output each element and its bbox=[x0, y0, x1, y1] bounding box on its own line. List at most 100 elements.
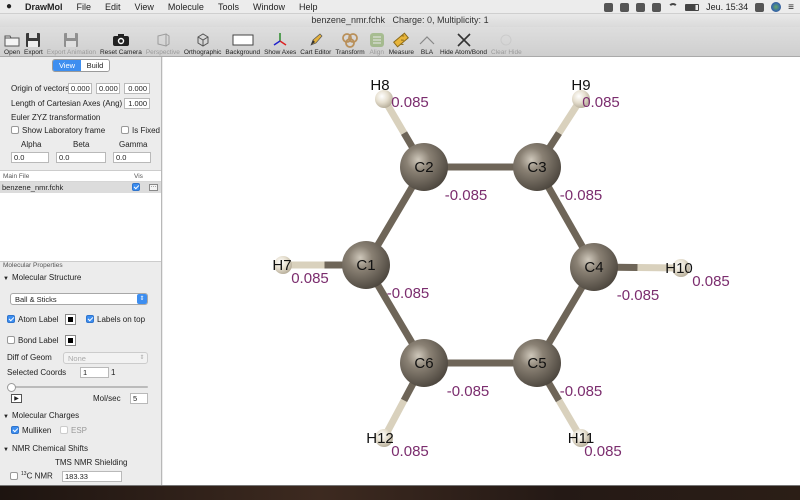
charge-label-c1: -0.085 bbox=[387, 285, 430, 302]
origin-x-field[interactable]: 0.000 bbox=[68, 83, 92, 94]
show-lab-frame-checkbox[interactable]: Show Laboratory frame bbox=[11, 126, 105, 135]
menu-app-name[interactable]: DrawMol bbox=[18, 2, 70, 12]
spotlight-icon[interactable] bbox=[755, 2, 765, 12]
main-file-column[interactable]: Main File bbox=[3, 173, 29, 180]
bla-label: BLA bbox=[420, 49, 434, 56]
view-build-tabs: View Build bbox=[52, 59, 110, 72]
atom-label-checkbox[interactable]: Atom Label bbox=[7, 315, 58, 324]
perspective-button[interactable]: Perspective bbox=[144, 26, 182, 56]
align-button[interactable]: Align bbox=[367, 26, 387, 56]
esp-check[interactable] bbox=[60, 426, 68, 434]
pencil-icon bbox=[308, 31, 324, 48]
file-visible-checkbox[interactable] bbox=[132, 183, 140, 191]
show-lab-frame-check[interactable] bbox=[11, 126, 19, 134]
align-icon bbox=[369, 31, 385, 48]
transform-button[interactable]: Transform bbox=[333, 26, 366, 56]
reset-camera-button[interactable]: Reset Camera bbox=[98, 26, 144, 56]
atom-label-color-well[interactable] bbox=[65, 314, 76, 325]
background-button[interactable]: Background bbox=[223, 26, 262, 56]
vis-column[interactable]: Vis bbox=[134, 171, 143, 182]
open-button[interactable]: Open bbox=[2, 26, 22, 56]
frame-slider[interactable] bbox=[11, 386, 148, 388]
frame-slider-knob[interactable] bbox=[7, 383, 16, 392]
file-options-button[interactable]: ··· bbox=[149, 184, 158, 191]
sidebar: View Build Origin of vectors 0.000 0.000… bbox=[0, 57, 162, 485]
show-axes-button[interactable]: Show Axes bbox=[262, 26, 298, 56]
axes-length-field[interactable]: 1.000 bbox=[124, 98, 150, 109]
mol-sec-field[interactable]: 5 bbox=[130, 393, 148, 404]
x-icon bbox=[456, 31, 472, 48]
menu-view[interactable]: View bbox=[128, 2, 161, 12]
siri-icon[interactable] bbox=[771, 2, 782, 12]
is-fixed-checkbox[interactable]: Is Fixed bbox=[121, 126, 160, 135]
menu-tools[interactable]: Tools bbox=[211, 2, 246, 12]
clear-hide-button[interactable]: Clear Hide bbox=[489, 26, 524, 56]
mulliken-checkbox[interactable]: Mulliken bbox=[11, 426, 51, 435]
dropbox-icon[interactable] bbox=[604, 2, 614, 12]
menu-molecule[interactable]: Molecule bbox=[161, 2, 211, 12]
bond-label-checkbox[interactable]: Bond Label bbox=[7, 336, 58, 345]
molecule-viewport[interactable]: C1 -0.085 C2 -0.085 C3 -0.085 C4 -0.085 C5 -0.085… bbox=[163, 57, 800, 485]
molecule-canvas[interactable]: C1 -0.085 C2 -0.085 C3 -0.085 C4 -0.085 C5 -0.085… bbox=[163, 57, 800, 485]
cube-icon bbox=[195, 31, 211, 48]
angle-icon bbox=[418, 31, 436, 48]
camera-icon bbox=[112, 31, 130, 48]
origin-z-field[interactable]: 0.000 bbox=[124, 83, 150, 94]
mol-structure-section[interactable]: ▼ Molecular Structure bbox=[3, 273, 81, 282]
beta-field[interactable]: 0.0 bbox=[56, 152, 106, 163]
labels-on-top-checkbox[interactable]: Labels on top bbox=[86, 315, 145, 324]
origin-label: Origin of vectors bbox=[11, 84, 70, 93]
wifi-icon[interactable] bbox=[668, 3, 679, 11]
menu-window[interactable]: Window bbox=[246, 2, 292, 12]
export-label: Export bbox=[24, 49, 43, 56]
menu-help[interactable]: Help bbox=[292, 2, 325, 12]
esp-checkbox[interactable]: ESP bbox=[60, 426, 87, 435]
tab-build[interactable]: Build bbox=[81, 60, 109, 71]
selected-coords-field[interactable]: 1 bbox=[80, 367, 109, 378]
nmr-section[interactable]: ▼ NMR Chemical Shifts bbox=[3, 444, 88, 453]
notification-center-icon[interactable]: ≡ bbox=[788, 2, 794, 13]
menu-edit[interactable]: Edit bbox=[98, 2, 128, 12]
battery-icon[interactable] bbox=[685, 3, 700, 11]
charge-label-c2: -0.085 bbox=[445, 187, 488, 204]
export-button[interactable]: Export bbox=[22, 26, 45, 56]
file-name: benzene_nmr.fchk bbox=[2, 183, 64, 192]
measure-button[interactable]: Measure bbox=[387, 26, 416, 56]
bond-label-color-well[interactable] bbox=[65, 335, 76, 346]
bond-label-check[interactable] bbox=[7, 336, 15, 344]
diff-geom-select[interactable]: None ⇕ bbox=[63, 352, 148, 364]
c13-shielding-field[interactable]: 183.33 bbox=[62, 471, 122, 482]
file-row[interactable]: benzene_nmr.fchk ··· bbox=[0, 182, 161, 193]
is-fixed-check[interactable] bbox=[121, 126, 129, 134]
atom-label-check[interactable] bbox=[7, 315, 15, 323]
labels-on-top-check[interactable] bbox=[86, 315, 94, 323]
play-button[interactable]: ▶ bbox=[11, 394, 22, 403]
bluetooth-icon[interactable] bbox=[652, 2, 662, 12]
cart-editor-label: Cart Editor bbox=[300, 49, 332, 56]
hide-atom-bond-button[interactable]: Hide Atom/Bond bbox=[438, 26, 489, 56]
labels-on-top-text: Labels on top bbox=[97, 315, 146, 324]
atom-label-h8: H8 bbox=[370, 77, 389, 94]
apple-menu-icon[interactable]: ● bbox=[0, 1, 18, 12]
structure-style-select[interactable]: Ball & Sticks ⇕ bbox=[10, 293, 148, 305]
mol-charges-section[interactable]: ▼ Molecular Charges bbox=[3, 411, 79, 420]
c13-nmr-checkbox[interactable]: 13C NMR bbox=[10, 471, 53, 481]
bla-button[interactable]: BLA bbox=[416, 26, 438, 56]
disclosure-triangle-icon: ▼ bbox=[3, 276, 9, 282]
cart-editor-button[interactable]: Cart Editor bbox=[298, 26, 333, 56]
alpha-field[interactable]: 0.0 bbox=[11, 152, 49, 163]
toolbar: Open Export Export Animation Reset Camer… bbox=[0, 27, 800, 57]
gamma-field[interactable]: 0.0 bbox=[113, 152, 151, 163]
tab-view[interactable]: View bbox=[53, 60, 81, 71]
origin-y-field[interactable]: 0.000 bbox=[96, 83, 120, 94]
clock[interactable]: Jeu. 15:34 bbox=[706, 2, 748, 12]
c13-nmr-check[interactable] bbox=[10, 471, 18, 480]
menu-file[interactable]: File bbox=[70, 2, 99, 12]
mulliken-check[interactable] bbox=[11, 426, 19, 434]
record-icon[interactable] bbox=[636, 2, 646, 12]
export-animation-button[interactable]: Export Animation bbox=[45, 26, 98, 56]
sync-icon[interactable] bbox=[620, 2, 630, 12]
atom-label-h7: H7 bbox=[272, 257, 291, 274]
mol-props-label: Molecular Properties bbox=[3, 262, 63, 269]
orthographic-button[interactable]: Orthographic bbox=[182, 26, 224, 56]
